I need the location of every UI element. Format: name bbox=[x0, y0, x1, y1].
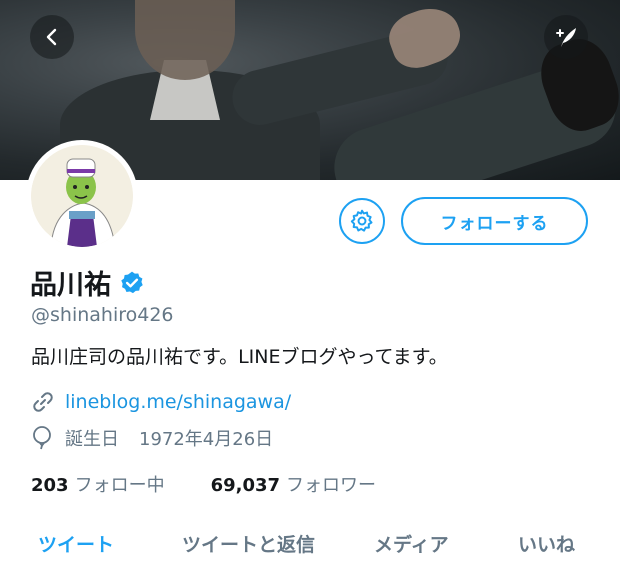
following-stat[interactable]: 203 フォロー中 bbox=[31, 471, 165, 497]
followers-count: 69,037 bbox=[210, 475, 281, 496]
chevron-left-icon bbox=[46, 28, 57, 46]
following-count: 203 bbox=[31, 475, 69, 496]
birthday-date: 1972年4月26日 bbox=[139, 429, 274, 450]
tab-likes[interactable]: いいね bbox=[518, 530, 575, 557]
avatar-illustration bbox=[31, 145, 133, 247]
followers-stat[interactable]: 69,037 フォロワー bbox=[211, 471, 376, 497]
link-icon bbox=[33, 392, 53, 412]
balloon-icon bbox=[33, 426, 51, 450]
follow-button[interactable]: フォローする bbox=[401, 197, 588, 245]
verified-badge-icon bbox=[121, 271, 143, 293]
profile-name-row: 品川祐 bbox=[30, 263, 145, 302]
tab-media[interactable]: メディア bbox=[374, 530, 449, 557]
tab-tweets[interactable]: ツイート bbox=[38, 530, 114, 557]
profile-name: 品川祐 bbox=[30, 270, 111, 301]
profile-settings-button[interactable] bbox=[339, 198, 385, 244]
profile-website-row[interactable]: lineblog.me/shinagawa/ bbox=[31, 390, 291, 414]
back-button[interactable] bbox=[30, 15, 74, 59]
profile-website-link[interactable]: lineblog.me/shinagawa/ bbox=[65, 391, 291, 413]
profile-tabs: ツイート ツイートと返信 メディア いいね bbox=[0, 528, 620, 572]
gear-icon bbox=[350, 209, 373, 232]
followers-label: フォロワー bbox=[286, 475, 377, 496]
compose-tweet-button[interactable] bbox=[544, 15, 588, 59]
tab-tweets-and-replies[interactable]: ツイートと返信 bbox=[182, 530, 315, 557]
banner-figure-head bbox=[135, 0, 235, 80]
profile-handle: @shinahiro426 bbox=[31, 304, 174, 326]
profile-bio: 品川庄司の品川祐です。LINEブログやってます。 bbox=[31, 346, 448, 368]
avatar[interactable] bbox=[26, 140, 138, 252]
profile-stats: 203 フォロー中 69,037 フォロワー bbox=[31, 471, 376, 497]
profile-birthday-row: 誕生日 1972年4月26日 bbox=[31, 425, 273, 451]
birthday-label: 誕生日 bbox=[65, 429, 119, 450]
following-label: フォロー中 bbox=[74, 475, 165, 496]
compose-feather-icon bbox=[556, 28, 576, 47]
